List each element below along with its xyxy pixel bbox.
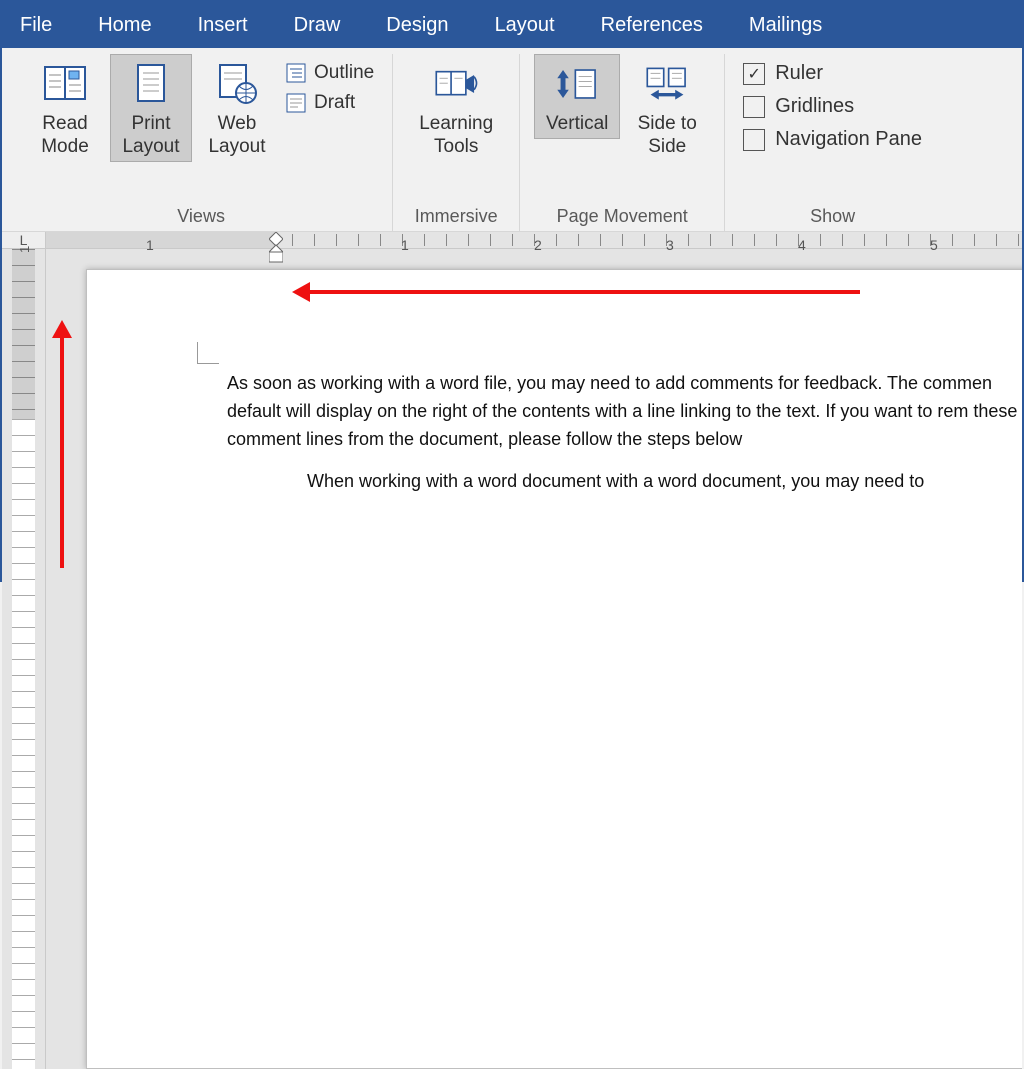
paragraph[interactable]: As soon as working with a word file, you… [227, 370, 1022, 454]
tab-design[interactable]: Design [376, 8, 458, 43]
tab-draw[interactable]: Draw [284, 8, 351, 43]
ruler-v-body [12, 419, 35, 1069]
group-show-label: Show [810, 204, 855, 231]
gridlines-label: Gridlines [775, 95, 854, 118]
side-to-side-button[interactable]: Side to Side [624, 54, 710, 162]
web-layout-icon [214, 61, 260, 107]
draft-label: Draft [314, 92, 355, 114]
learning-tools-icon [433, 61, 479, 107]
navigation-pane-checkbox[interactable]: Navigation Pane [743, 128, 922, 151]
outline-button[interactable]: Outline [286, 62, 374, 84]
print-layout-button[interactable]: Print Layout [110, 54, 192, 162]
ruler-checkbox[interactable]: ✓ Ruler [743, 62, 922, 85]
ruler-left-margin [46, 232, 276, 248]
ribbon: Read Mode Print Layout [2, 48, 1022, 232]
document-page[interactable]: As soon as working with a word file, you… [86, 269, 1022, 1069]
tab-mailings[interactable]: Mailings [739, 8, 832, 43]
web-layout-button[interactable]: Web Layout [196, 54, 278, 162]
read-mode-label: Read Mode [27, 113, 103, 159]
print-layout-icon [128, 61, 174, 107]
tab-references[interactable]: References [591, 8, 713, 43]
tab-insert[interactable]: Insert [188, 8, 258, 43]
document-row: 1 As soon as working with a word file, y… [2, 249, 1022, 1069]
outline-label: Outline [314, 62, 374, 84]
group-show: ✓ Ruler Gridlines Navigation Pane Show [725, 54, 940, 231]
tab-file[interactable]: File [10, 8, 62, 43]
group-immersive-label: Immersive [415, 204, 498, 231]
group-immersive: Learning Tools Immersive [393, 54, 520, 231]
group-page-movement: Vertical Side to Side Page Mov [520, 54, 725, 231]
group-views-label: Views [177, 204, 225, 231]
read-mode-icon [42, 61, 88, 107]
annotation-arrow-vertical [60, 328, 64, 568]
paragraph[interactable]: When working with a word document with a… [227, 468, 1022, 496]
paper-area: As soon as working with a word file, you… [46, 249, 1022, 1069]
show-check-list: ✓ Ruler Gridlines Navigation Pane [739, 54, 926, 159]
annotation-arrow-horizontal [300, 290, 860, 294]
group-page-movement-label: Page Movement [557, 204, 688, 231]
ruler-top-margin: 1 [12, 249, 35, 419]
ruler-label: Ruler [775, 62, 823, 85]
side-to-side-icon [644, 61, 690, 107]
navigation-pane-label: Navigation Pane [775, 128, 922, 151]
ribbon-tab-strip: File Home Insert Draw Design Layout Refe… [2, 2, 1022, 48]
tab-home[interactable]: Home [88, 8, 161, 43]
learning-tools-label: Learning Tools [410, 113, 502, 159]
web-layout-label: Web Layout [199, 113, 275, 159]
vertical-ruler[interactable]: 1 [2, 249, 46, 1069]
print-layout-label: Print Layout [113, 113, 189, 159]
draft-button[interactable]: Draft [286, 92, 374, 114]
horizontal-ruler-wrap: L 1 1 2 3 4 5 [2, 232, 1022, 249]
read-mode-button[interactable]: Read Mode [24, 54, 106, 162]
horizontal-ruler[interactable]: 1 1 2 3 4 5 [46, 232, 1022, 248]
vertical-button[interactable]: Vertical [534, 54, 620, 139]
ruler-v-num: 1 [17, 246, 32, 253]
checkbox-empty-icon [743, 129, 765, 151]
views-mini-list: Outline Draft [282, 54, 378, 122]
margin-crop-mark-icon [197, 342, 219, 364]
tab-layout[interactable]: Layout [485, 8, 565, 43]
document-body-text: As soon as working with a word file, you… [227, 370, 1022, 496]
learning-tools-button[interactable]: Learning Tools [407, 54, 505, 162]
side-to-side-label: Side to Side [627, 113, 707, 159]
checkbox-empty-icon [743, 96, 765, 118]
vertical-icon [554, 61, 600, 107]
gridlines-checkbox[interactable]: Gridlines [743, 95, 922, 118]
checkbox-checked-icon: ✓ [743, 63, 765, 85]
group-views: Read Mode Print Layout [10, 54, 393, 231]
draft-icon [286, 93, 306, 113]
outline-icon [286, 63, 306, 83]
document-area: L 1 1 2 3 4 5 1 [2, 232, 1022, 580]
vertical-label: Vertical [546, 113, 608, 136]
